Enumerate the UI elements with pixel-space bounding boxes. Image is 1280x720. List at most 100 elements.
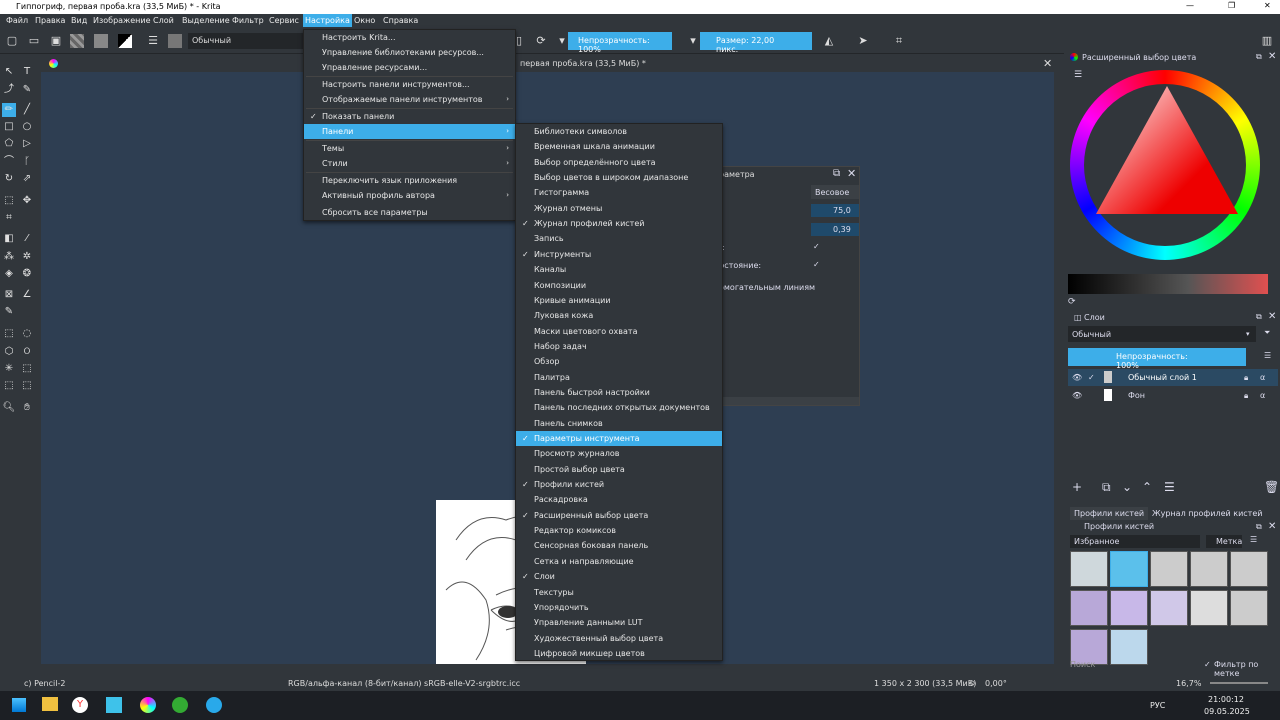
color-history-strip[interactable] xyxy=(1068,274,1268,294)
fg-bg-color-icon[interactable] xyxy=(118,34,132,48)
opacity-slider[interactable]: Непрозрачность: 100% xyxy=(568,32,672,54)
panel-menu-item[interactable]: ✓ Параметры инструмента xyxy=(516,431,722,446)
menu-item-language[interactable]: Переключить язык приложения xyxy=(304,173,515,188)
color-settings-icon[interactable]: ☰ xyxy=(1074,70,1082,80)
edit-shapes-icon[interactable]: ⤴ xyxy=(2,83,16,97)
layer-properties-icon[interactable]: ☰ xyxy=(1164,480,1175,494)
move-tool-icon[interactable]: ✥ xyxy=(20,194,34,208)
favorites-select[interactable]: Избранное xyxy=(1070,535,1200,548)
similar-select-icon[interactable]: ⬚ xyxy=(20,362,34,376)
brush-preset-icon[interactable] xyxy=(168,34,182,48)
layers-close-icon[interactable]: ✕ xyxy=(1268,311,1276,322)
layer-row[interactable]: 👁︎ ✓ Обычный слой 1 🔒︎ α xyxy=(1068,369,1278,386)
crop-icon[interactable]: ⌗ xyxy=(892,34,906,48)
filter-by-tag-checkbox[interactable]: ✓ xyxy=(1204,660,1211,669)
menu-select[interactable]: Выделение xyxy=(182,16,230,25)
contiguous-select-icon[interactable]: ✳ xyxy=(2,362,16,376)
ellipse-tool-icon[interactable]: ○ xyxy=(20,120,34,134)
mirror-horizontal-icon[interactable]: ◭ xyxy=(822,34,836,48)
brush-preset[interactable] xyxy=(1070,590,1108,626)
workspace-icon[interactable]: ▥ xyxy=(1260,34,1274,48)
panel-menu-item[interactable]: Цифровой микшер цветов xyxy=(516,646,722,661)
smart-patch-icon[interactable]: ✲ xyxy=(20,250,34,264)
rectangle-tool-icon[interactable]: □ xyxy=(2,120,16,134)
brush-search-input[interactable]: Поиск xyxy=(1070,660,1095,669)
gradient-tool-icon[interactable]: ◧ xyxy=(2,232,16,246)
current-brush[interactable]: c) Pencil-2 xyxy=(24,679,65,688)
start-icon[interactable] xyxy=(12,698,26,712)
panel-menu-item[interactable]: Редактор комиксов xyxy=(516,523,722,538)
panel-menu-item[interactable]: Луковая кожа xyxy=(516,308,722,323)
menu-item-styles[interactable]: Стили › xyxy=(304,156,515,171)
reload-icon[interactable]: ⟳ xyxy=(534,34,548,48)
enclose-fill-icon[interactable]: ❂ xyxy=(20,267,34,281)
brush-view-icon[interactable]: ☰ xyxy=(1250,535,1257,544)
zoom-slider[interactable] xyxy=(1210,682,1268,684)
menu-window[interactable]: Окно xyxy=(354,16,375,25)
panel-menu-item[interactable]: Упорядочить xyxy=(516,600,722,615)
minimize-icon[interactable]: — xyxy=(1186,1,1194,10)
polyline-tool-icon[interactable]: ▷ xyxy=(20,137,34,151)
menu-item-toolbars[interactable]: Отображаемые панели инструментов › xyxy=(304,92,515,107)
clock-date[interactable]: 09.05.2025 xyxy=(1204,707,1250,716)
panel-menu-item[interactable]: Текстуры xyxy=(516,585,722,600)
panel-menu-item[interactable]: Выбор цветов в широком диапазоне xyxy=(516,170,722,185)
yandex-icon[interactable]: Y xyxy=(72,697,88,713)
explorer-icon[interactable] xyxy=(42,697,58,711)
panel-menu-item[interactable]: Запись xyxy=(516,231,722,246)
menu-tools[interactable]: Сервис xyxy=(269,16,299,25)
telegram-icon[interactable] xyxy=(206,697,222,713)
dock-close-icon[interactable]: ✕ xyxy=(1268,51,1276,62)
fill-tool-icon[interactable]: ◈ xyxy=(2,267,16,281)
open-icon[interactable]: ▭ xyxy=(27,34,41,48)
crop-tool-icon[interactable]: ⌗ xyxy=(2,211,16,225)
ellipse-select-icon[interactable]: ◌ xyxy=(20,327,34,341)
magnetic-select-icon[interactable]: ⬚ xyxy=(20,379,34,393)
panel-menu-item[interactable]: Набор задач xyxy=(516,339,722,354)
tag-button[interactable]: Метка xyxy=(1206,535,1242,548)
menu-item-configure-toolbars[interactable]: Настроить панели инструментов... xyxy=(304,77,515,92)
option-checkbox-1[interactable]: ✓ xyxy=(813,242,820,251)
ratio-select[interactable]: Весовое xyxy=(811,185,859,199)
lock-icon[interactable]: 🔒︎ xyxy=(1244,369,1248,386)
brush-preset[interactable] xyxy=(1110,629,1148,665)
rect-select-icon[interactable]: ⬚ xyxy=(2,327,16,341)
size-slider[interactable]: Размер: 22,00 пикс. xyxy=(700,32,812,54)
menu-settings[interactable]: Настройка xyxy=(303,14,352,27)
text-tool-icon[interactable]: T xyxy=(20,65,34,79)
measure-tool-icon[interactable]: ∠ xyxy=(20,288,34,302)
utorrent-icon[interactable] xyxy=(172,697,188,713)
dynamic-brush-icon[interactable]: ↻ xyxy=(2,172,16,186)
gradient-icon[interactable] xyxy=(70,34,84,48)
brush-tool-icon[interactable]: ✏ xyxy=(2,103,16,117)
zoom-tool-icon[interactable]: 🔍︎ xyxy=(2,401,16,415)
panel-menu-item[interactable]: Журнал отмены xyxy=(516,201,722,216)
brush-preset[interactable] xyxy=(1230,590,1268,626)
polygon-select-icon[interactable]: ⬡ xyxy=(2,345,16,359)
brush-settings-icon[interactable]: ☰ xyxy=(146,34,160,48)
layer-check-icon[interactable]: ✓ xyxy=(1088,369,1095,386)
menu-file[interactable]: Файл xyxy=(6,16,28,25)
panel-menu-item[interactable]: Обзор xyxy=(516,354,722,369)
panel-menu-item[interactable]: Маски цветового охвата xyxy=(516,324,722,339)
blend-dropdown-icon[interactable]: ▾ xyxy=(1246,330,1250,338)
refresh-icon[interactable]: ⟳ xyxy=(1068,297,1076,307)
brush-preset[interactable] xyxy=(1070,551,1108,587)
rotation-value[interactable]: 0,00° xyxy=(985,679,1007,688)
menu-image[interactable]: Изображение xyxy=(93,16,151,25)
menu-filter[interactable]: Фильтр xyxy=(232,16,264,25)
line-tool-icon[interactable]: ╱ xyxy=(20,103,34,117)
tab-brush-presets[interactable]: Профили кистей xyxy=(1070,507,1149,520)
bezier-tool-icon[interactable]: ⌒ xyxy=(2,155,16,169)
horizontal-scrollbar[interactable] xyxy=(41,664,1061,674)
delete-layer-icon[interactable]: 🗑︎ xyxy=(1264,480,1279,494)
menu-item-dockers[interactable]: Панели › xyxy=(304,124,515,139)
panel-menu-item[interactable]: Управление данными LUT xyxy=(516,615,722,630)
multibrush-icon[interactable]: ⇗ xyxy=(20,172,34,186)
panel-menu-item[interactable]: Раскадровка xyxy=(516,492,722,507)
document-tab[interactable]: первая проба.kra (33,5 МиБ) * ✕ xyxy=(41,56,1061,72)
menu-item-resource-libraries[interactable]: Управление библиотеками ресурсов... xyxy=(304,45,515,60)
dock-float-icon[interactable]: ⧉ xyxy=(1256,52,1262,62)
menu-item-configure[interactable]: Настроить Krita... xyxy=(304,30,515,45)
panel-menu-item[interactable]: Панель снимков xyxy=(516,416,722,431)
